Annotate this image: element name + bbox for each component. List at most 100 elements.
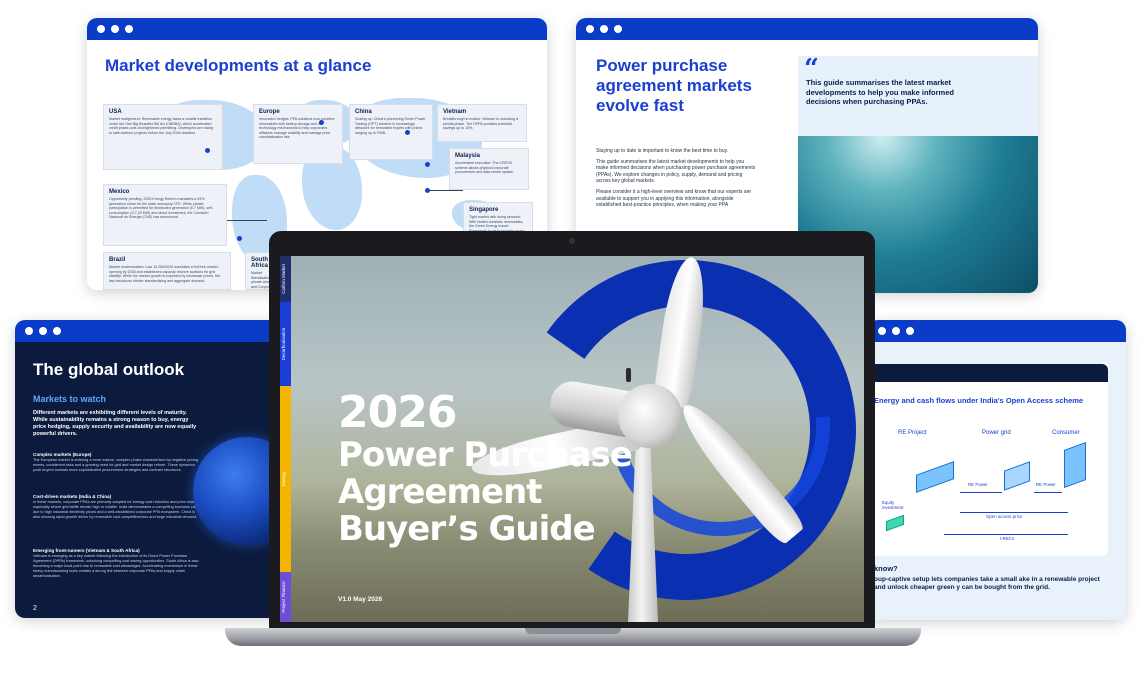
flow-arrow [944,534,1068,535]
guide-cover-screen: Carbon Market Decarbonisation Energy Pro… [280,256,864,622]
cover-year: 2026 [338,387,457,438]
markets-to-watch-heading: Markets to watch [33,394,107,404]
region-box-mexico: Mexico Opportunity pending: 2025 Energy … [103,184,227,246]
region-description: Market modernisation: Law 15,269/2025 ma… [109,265,220,283]
region-box-brazil: Brazil Market modernisation: Law 15,269/… [103,252,231,290]
global-outlook-title: The global outlook [33,360,185,379]
outlook-lead-text: Different markets are exhibiting differe… [33,410,197,437]
region-box-vietnam: Vietnam Breakthrough in motion: Vietnam … [437,104,527,142]
tab-project-finance[interactable]: Project Finance [280,572,291,622]
window-title-bar [868,320,1126,342]
cover-title-line: Power Purchase [338,435,633,475]
outlook-section: Complex markets (Europe) The European ma… [33,452,203,473]
flow-label: RE Power [968,482,988,487]
region-box-usa: USA Market realignment: Renewable energy… [103,104,223,170]
region-title: Singapore [469,207,499,213]
version-label: V1.0 May 2026 [338,596,383,603]
tab-label: Energy [281,471,286,487]
intro-paragraph: This guide summarises the latest market … [596,158,756,185]
flow-label: I-RECs [1000,536,1015,541]
tab-carbon-market[interactable]: Carbon Market [280,256,291,302]
window-dot-icon [878,327,886,335]
node-label-consumer: Consumer [1052,430,1080,436]
intro-paragraph: Staying up to date is important to know … [596,148,729,154]
window-dot-icon [906,327,914,335]
window-dot-icon [25,327,33,335]
map-pin-icon [425,162,430,167]
region-title: Brazil [109,257,126,263]
tab-label: Decarbonisation [281,327,286,361]
diagram-title: Energy and cash flows under India's Open… [874,396,1084,405]
flow-label: Open access price [986,514,1023,519]
technician-figure [626,368,631,382]
node-label-re-project: RE Project [898,430,927,436]
map-leader-line [227,220,267,221]
window-dot-icon [614,25,622,33]
region-box-china: China Scaling up: China's pioneering Gre… [349,104,433,160]
region-description: Innovation hedges: PPA solutions now com… [259,117,335,140]
india-open-access-window: Energy and cash flows under India's Open… [868,320,1126,620]
flow-arrow [1034,492,1062,493]
section-description: The European market is entering a more m… [33,458,199,472]
tab-label: Carbon Market [281,264,286,294]
map-pin-icon [319,120,324,125]
region-title: USA [109,109,122,115]
region-title: Europe [259,109,280,115]
pull-quote: This guide summarises the latest market … [806,78,954,106]
window-dot-icon [125,25,133,33]
laptop-notch [525,628,621,634]
section-description: Vietnam is emerging as a key market foll… [33,554,199,578]
tab-label: Project Finance [281,581,286,613]
section-title: Complex markets (Europe) [33,452,92,457]
map-pin-icon [237,236,242,241]
section-title: Emerging front-runners (Vietnam & South … [33,548,140,553]
section-tabs: Carbon Market Decarbonisation Energy Pro… [280,256,291,622]
ppa-intro-text: Staying up to date is important to know … [596,148,756,213]
market-developments-title: Market developments at a glance [105,56,372,75]
region-title: China [355,109,372,115]
region-box-europe: Europe Innovation hedges: PPA solutions … [253,104,343,164]
ppa-markets-title: Power purchase agreement markets evolve … [596,56,752,115]
cover-title-line: Agreement [338,472,542,512]
did-you-know-text: oup-captive setup lets companies take a … [874,576,1100,591]
tab-decarbonisation[interactable]: Decarbonisation [280,302,291,386]
region-box-malaysia: Malaysia Accelerated execution: The CRES… [449,148,529,190]
diagram-card-header [868,364,1108,382]
window-dot-icon [97,25,105,33]
region-title: Malaysia [455,153,481,159]
building-icon [1064,441,1086,489]
region-description: Market realignment: Renewable energy fac… [109,117,214,135]
node-label-power-grid: Power grid [982,430,1011,436]
map-pin-icon [205,148,210,153]
global-outlook-window: The global outlook Markets to watch Diff… [15,320,305,618]
window-title-bar [576,18,1038,40]
region-description: Opportunity pending: 2025 Energy Reform … [109,197,214,220]
equity-investment-label: Equity investment [882,500,904,510]
cover-title-line: Buyer’s Guide [338,509,596,549]
flow-arrow [960,492,1002,493]
section-description: In these markets, corporate PPAs are pri… [33,500,201,519]
did-you-know-heading: know? [874,564,898,573]
camera-icon [569,238,575,244]
region-title: Vietnam [443,109,467,115]
page-number: 2 [33,605,37,612]
section-title: Cost-driven markets (India & China) [33,494,112,499]
tab-energy[interactable]: Energy [280,386,291,572]
region-description: Scaling up: China's pioneering Green Pow… [355,117,426,135]
map-leader-line [427,190,463,191]
intro-paragraph: Please consider it a high-level overview… [596,188,752,209]
window-dot-icon [111,25,119,33]
outlook-section: Emerging front-runners (Vietnam & South … [33,548,203,579]
window-dot-icon [586,25,594,33]
cover-title: 2026 Power Purchase Agreement Buyer’s Gu… [338,387,633,549]
window-dot-icon [600,25,608,33]
outlook-section: Cost-driven markets (India & China) In t… [33,494,203,520]
flow-arrow [960,512,1068,513]
flow-label: RE Power [1036,482,1056,487]
map-pin-icon [405,130,410,135]
region-title: Mexico [109,189,130,195]
window-dot-icon [892,327,900,335]
region-description: Breakthrough in motion: Vietnam is unloc… [443,117,519,131]
window-dot-icon [39,327,47,335]
window-dot-icon [53,327,61,335]
